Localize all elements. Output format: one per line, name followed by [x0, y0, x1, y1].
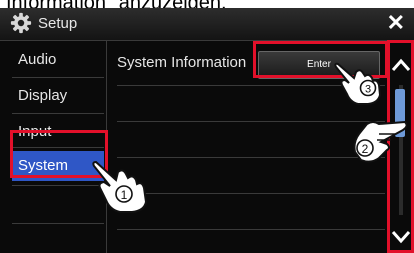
pointing-hand-icon: 3 [334, 62, 382, 105]
pointing-hand-icon: 1 [92, 160, 148, 213]
sidebar-item-display[interactable]: Display [12, 81, 104, 111]
list-divider [117, 121, 385, 122]
gear-icon [10, 12, 32, 34]
list-divider [117, 157, 385, 158]
list-divider [117, 229, 385, 230]
sidebar-divider [12, 223, 104, 224]
step-2-number: 2 [362, 142, 369, 156]
chevron-up-icon[interactable] [388, 53, 414, 77]
title-bar: Setup ✕ [0, 8, 414, 41]
step-1-number: 1 [121, 188, 128, 202]
chevron-down-icon[interactable] [388, 225, 414, 249]
sidebar-item-input[interactable]: Input [12, 117, 104, 147]
step-3-number: 3 [365, 84, 371, 96]
sidebar-divider [12, 113, 104, 114]
sidebar: Audio Display Input System [0, 41, 107, 253]
page-title: Setup [38, 15, 78, 32]
sidebar-divider [12, 77, 104, 78]
pointing-hand-icon: 2 [353, 120, 407, 163]
close-button[interactable]: ✕ [387, 10, 405, 36]
sidebar-item-system[interactable]: System [12, 151, 104, 181]
list-divider [117, 193, 385, 194]
sidebar-divider [12, 147, 104, 148]
system-information-label: System Information [117, 54, 247, 71]
sidebar-divider [12, 185, 104, 186]
sidebar-item-audio[interactable]: Audio [12, 45, 104, 75]
